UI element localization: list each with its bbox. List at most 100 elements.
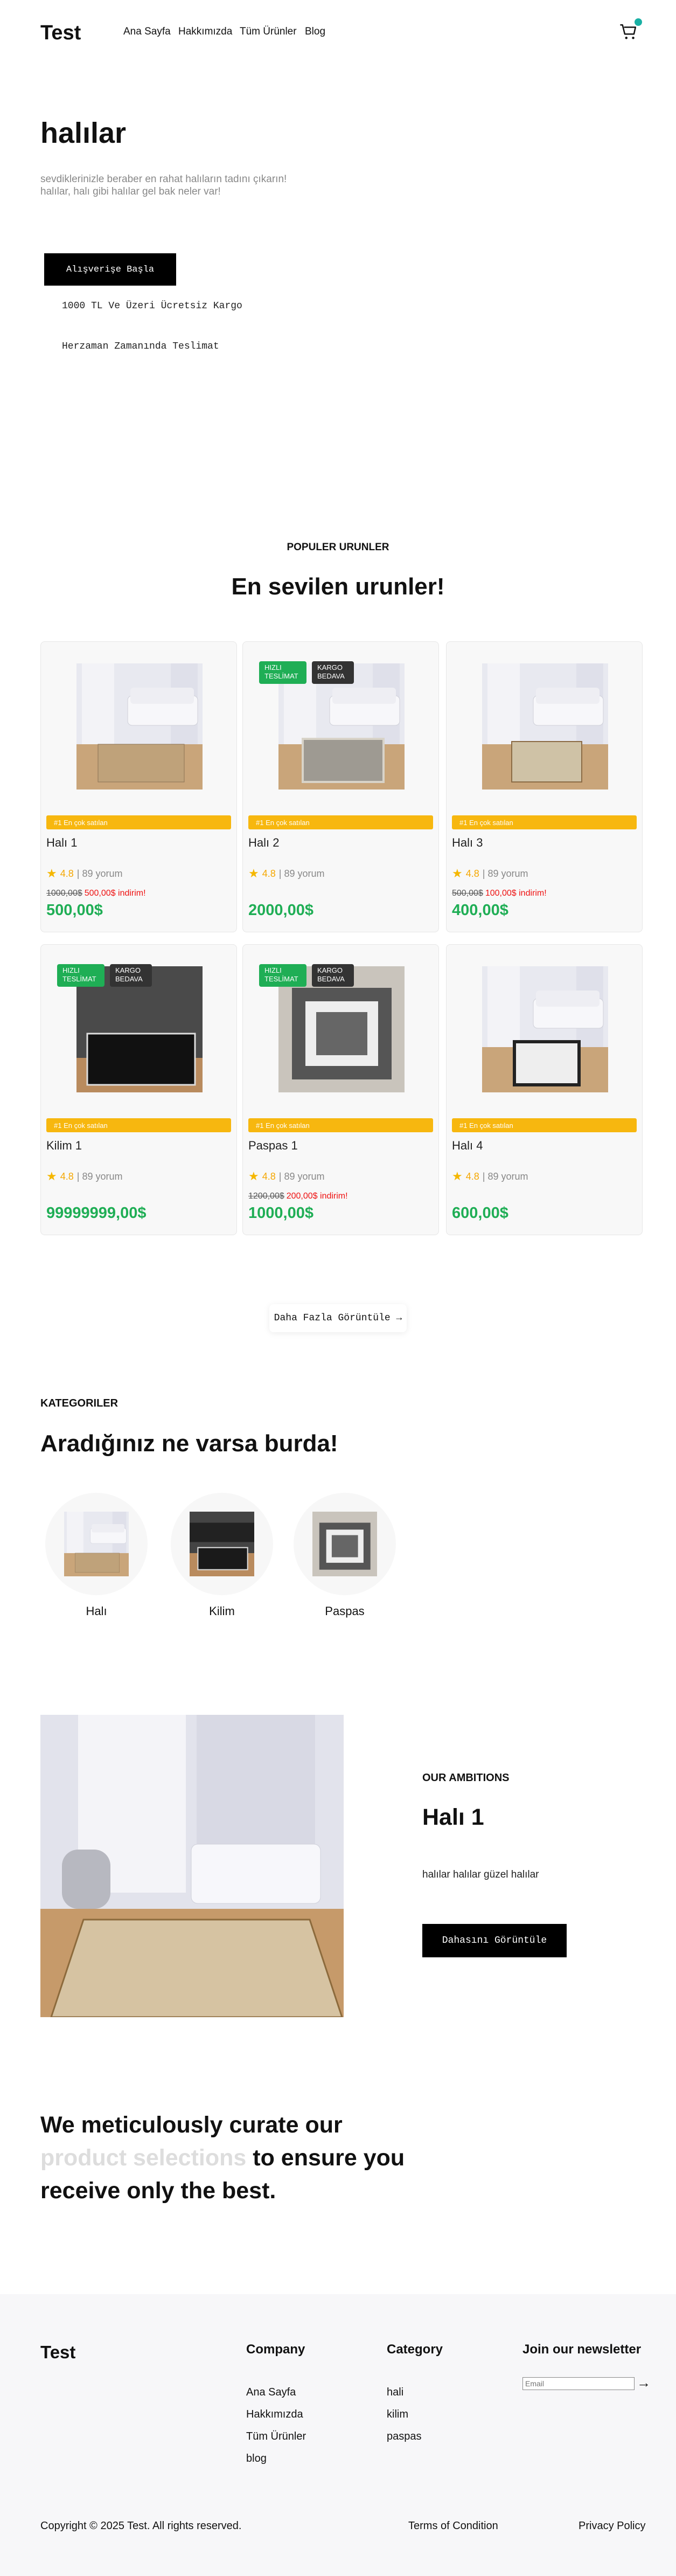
category-hali[interactable]: [45, 1493, 148, 1595]
category-kilim[interactable]: [171, 1493, 273, 1595]
product-image[interactable]: [482, 663, 608, 790]
footer-link-kilim[interactable]: kilim: [387, 2408, 408, 2421]
star-icon: ★: [248, 1169, 259, 1183]
popular-eyebrow: POPULER URUNLER: [287, 542, 389, 553]
product-card[interactable]: HIZLI TESLİMAT KARGO BEDAVA #1 En çok satı…: [242, 641, 439, 932]
fast-delivery-badge: HIZLI TESLİMAT: [259, 661, 306, 684]
product-name[interactable]: Halı 2: [248, 836, 279, 850]
product-card[interactable]: HIZLI TESLİMAT KARGO BEDAVA #1 En çok satı…: [242, 944, 439, 1235]
category-label[interactable]: Kilim: [171, 1604, 273, 1618]
footer-brand[interactable]: Test: [40, 2342, 75, 2363]
nav-link-blog[interactable]: Blog: [305, 26, 325, 38]
curate-highlight: product selections: [40, 2145, 247, 2171]
discount-amount: 500,00$ indirim!: [84, 889, 146, 898]
best-seller-badge: #1 En çok satılan: [46, 815, 231, 829]
rating-value: 4.8: [60, 1171, 74, 1182]
privacy-link[interactable]: Privacy Policy: [579, 2520, 645, 2532]
product-rating: ★ 4.8 | 89 yorum: [248, 867, 324, 881]
footer-category-heading: Category: [387, 2342, 443, 2357]
footer-link-paspas[interactable]: paspas: [387, 2430, 422, 2443]
best-seller-badge: #1 En çok satılan: [248, 1118, 433, 1132]
footer-link-blog[interactable]: blog: [246, 2453, 267, 2465]
product-rating: ★ 4.8 | 89 yorum: [46, 867, 122, 881]
product-price: 99999999,00$: [46, 1204, 147, 1222]
site-footer: [0, 2294, 676, 2576]
star-icon: ★: [46, 1169, 57, 1183]
footer-link-about[interactable]: Hakkımızda: [246, 2408, 303, 2421]
product-name[interactable]: Paspas 1: [248, 1139, 298, 1153]
product-image[interactable]: [76, 663, 203, 790]
category-paspas[interactable]: [294, 1493, 396, 1595]
best-seller-badge: #1 En çok satılan: [46, 1118, 231, 1132]
curate-text: We meticulously curate our: [40, 2112, 343, 2138]
discount-amount: 200,00$ indirim!: [286, 1192, 348, 1201]
newsletter-submit-arrow-icon[interactable]: →: [637, 2374, 651, 2391]
free-shipping-badge: KARGO BEDAVA: [312, 661, 354, 684]
old-price: 500,00$: [452, 889, 483, 898]
cart-badge: [635, 18, 642, 26]
ambitions-eyebrow: OUR AMBITIONS: [422, 1772, 510, 1784]
product-price: 600,00$: [452, 1204, 508, 1222]
fast-delivery-badge: HIZLI TESLİMAT: [57, 964, 104, 987]
category-image: [64, 1512, 129, 1576]
best-seller-badge: #1 En çok satılan: [452, 815, 637, 829]
category-label[interactable]: Paspas: [294, 1604, 396, 1618]
category-image: [312, 1512, 377, 1576]
product-name[interactable]: Kilim 1: [46, 1139, 82, 1153]
ambitions-title: Halı 1: [422, 1804, 484, 1830]
discount-amount: 100,00$ indirim!: [485, 889, 547, 898]
view-more-button[interactable]: Daha Fazla Görüntüle →: [269, 1304, 407, 1332]
free-shipping-badge: KARGO BEDAVA: [110, 964, 152, 987]
product-rating: ★ 4.8 | 89 yorum: [248, 1169, 324, 1183]
product-rating: ★ 4.8 | 89 yorum: [452, 1169, 528, 1183]
price-discount: 500,00$ 100,00$ indirim!: [452, 889, 547, 898]
hero-title: halılar: [40, 117, 127, 149]
free-shipping-badge: KARGO BEDAVA: [312, 964, 354, 987]
view-more-details-button[interactable]: Dahasını Görüntüle: [422, 1924, 567, 1957]
nav-link-all-products[interactable]: Tüm Ürünler: [240, 26, 297, 38]
rating-value: 4.8: [262, 868, 276, 879]
product-rating: ★ 4.8 | 89 yorum: [46, 1169, 122, 1183]
popular-title: En sevilen urunler!: [231, 573, 445, 600]
product-card[interactable]: #1 En çok satılan Halı 1 ★ 4.8 | 89 yorum 100…: [40, 641, 237, 932]
product-price: 500,00$: [46, 902, 103, 919]
product-card[interactable]: #1 En çok satılan Halı 4 ★ 4.8 | 89 yorum 600…: [446, 944, 643, 1235]
site-header: Test Ana Sayfa Hakkımızda Tüm Ürünler Bl…: [0, 0, 676, 65]
footer-link-products[interactable]: Tüm Ürünler: [246, 2430, 306, 2443]
star-icon: ★: [46, 867, 57, 880]
brand-logo[interactable]: Test: [40, 22, 81, 45]
product-name[interactable]: Halı 3: [452, 836, 483, 850]
footer-company-heading: Company: [246, 2342, 305, 2357]
footer-link-home[interactable]: Ana Sayfa: [246, 2386, 296, 2399]
terms-link[interactable]: Terms of Condition: [408, 2520, 498, 2532]
product-rating: ★ 4.8 | 89 yorum: [452, 867, 528, 881]
nav-link-home[interactable]: Ana Sayfa: [123, 26, 171, 38]
product-price: 400,00$: [452, 902, 508, 919]
newsletter-email-input[interactable]: [522, 2377, 635, 2390]
footer-link-hali[interactable]: hali: [387, 2386, 403, 2399]
product-name[interactable]: Halı 1: [46, 836, 77, 850]
shop-now-button[interactable]: Alışverişe Başla: [44, 253, 176, 286]
product-card[interactable]: #1 En çok satılan Halı 3 ★ 4.8 | 89 yorum 500…: [446, 641, 643, 932]
review-count: | 89 yorum: [482, 868, 528, 879]
review-count: | 89 yorum: [482, 1171, 528, 1182]
perk-on-time-delivery: Herzaman Zamanında Teslimat: [62, 341, 219, 352]
star-icon: ★: [248, 867, 259, 880]
price-discount: 1200,00$ 200,00$ indirim!: [248, 1192, 348, 1201]
fast-delivery-badge: HIZLI TESLİMAT: [259, 964, 306, 987]
star-icon: ★: [452, 867, 463, 880]
category-label[interactable]: Halı: [45, 1604, 148, 1618]
category-image: [190, 1512, 254, 1576]
product-image[interactable]: [482, 966, 608, 1092]
product-card[interactable]: HIZLI TESLİMAT KARGO BEDAVA #1 En çok satı…: [40, 944, 237, 1235]
product-price: 1000,00$: [248, 1204, 313, 1222]
hero-subtitle: sevdiklerinizle beraber en rahat halılar…: [40, 174, 287, 185]
product-name[interactable]: Halı 4: [452, 1139, 483, 1153]
star-icon: ★: [452, 1169, 463, 1183]
curate-statement: We meticulously curate our product selec…: [40, 2109, 407, 2207]
nav-link-about[interactable]: Hakkımızda: [178, 26, 232, 38]
best-seller-badge: #1 En çok satılan: [248, 815, 433, 829]
cart-icon[interactable]: [619, 23, 638, 41]
review-count: | 89 yorum: [278, 868, 325, 879]
price-discount: 1000,00$ 500,00$ indirim!: [46, 889, 146, 898]
